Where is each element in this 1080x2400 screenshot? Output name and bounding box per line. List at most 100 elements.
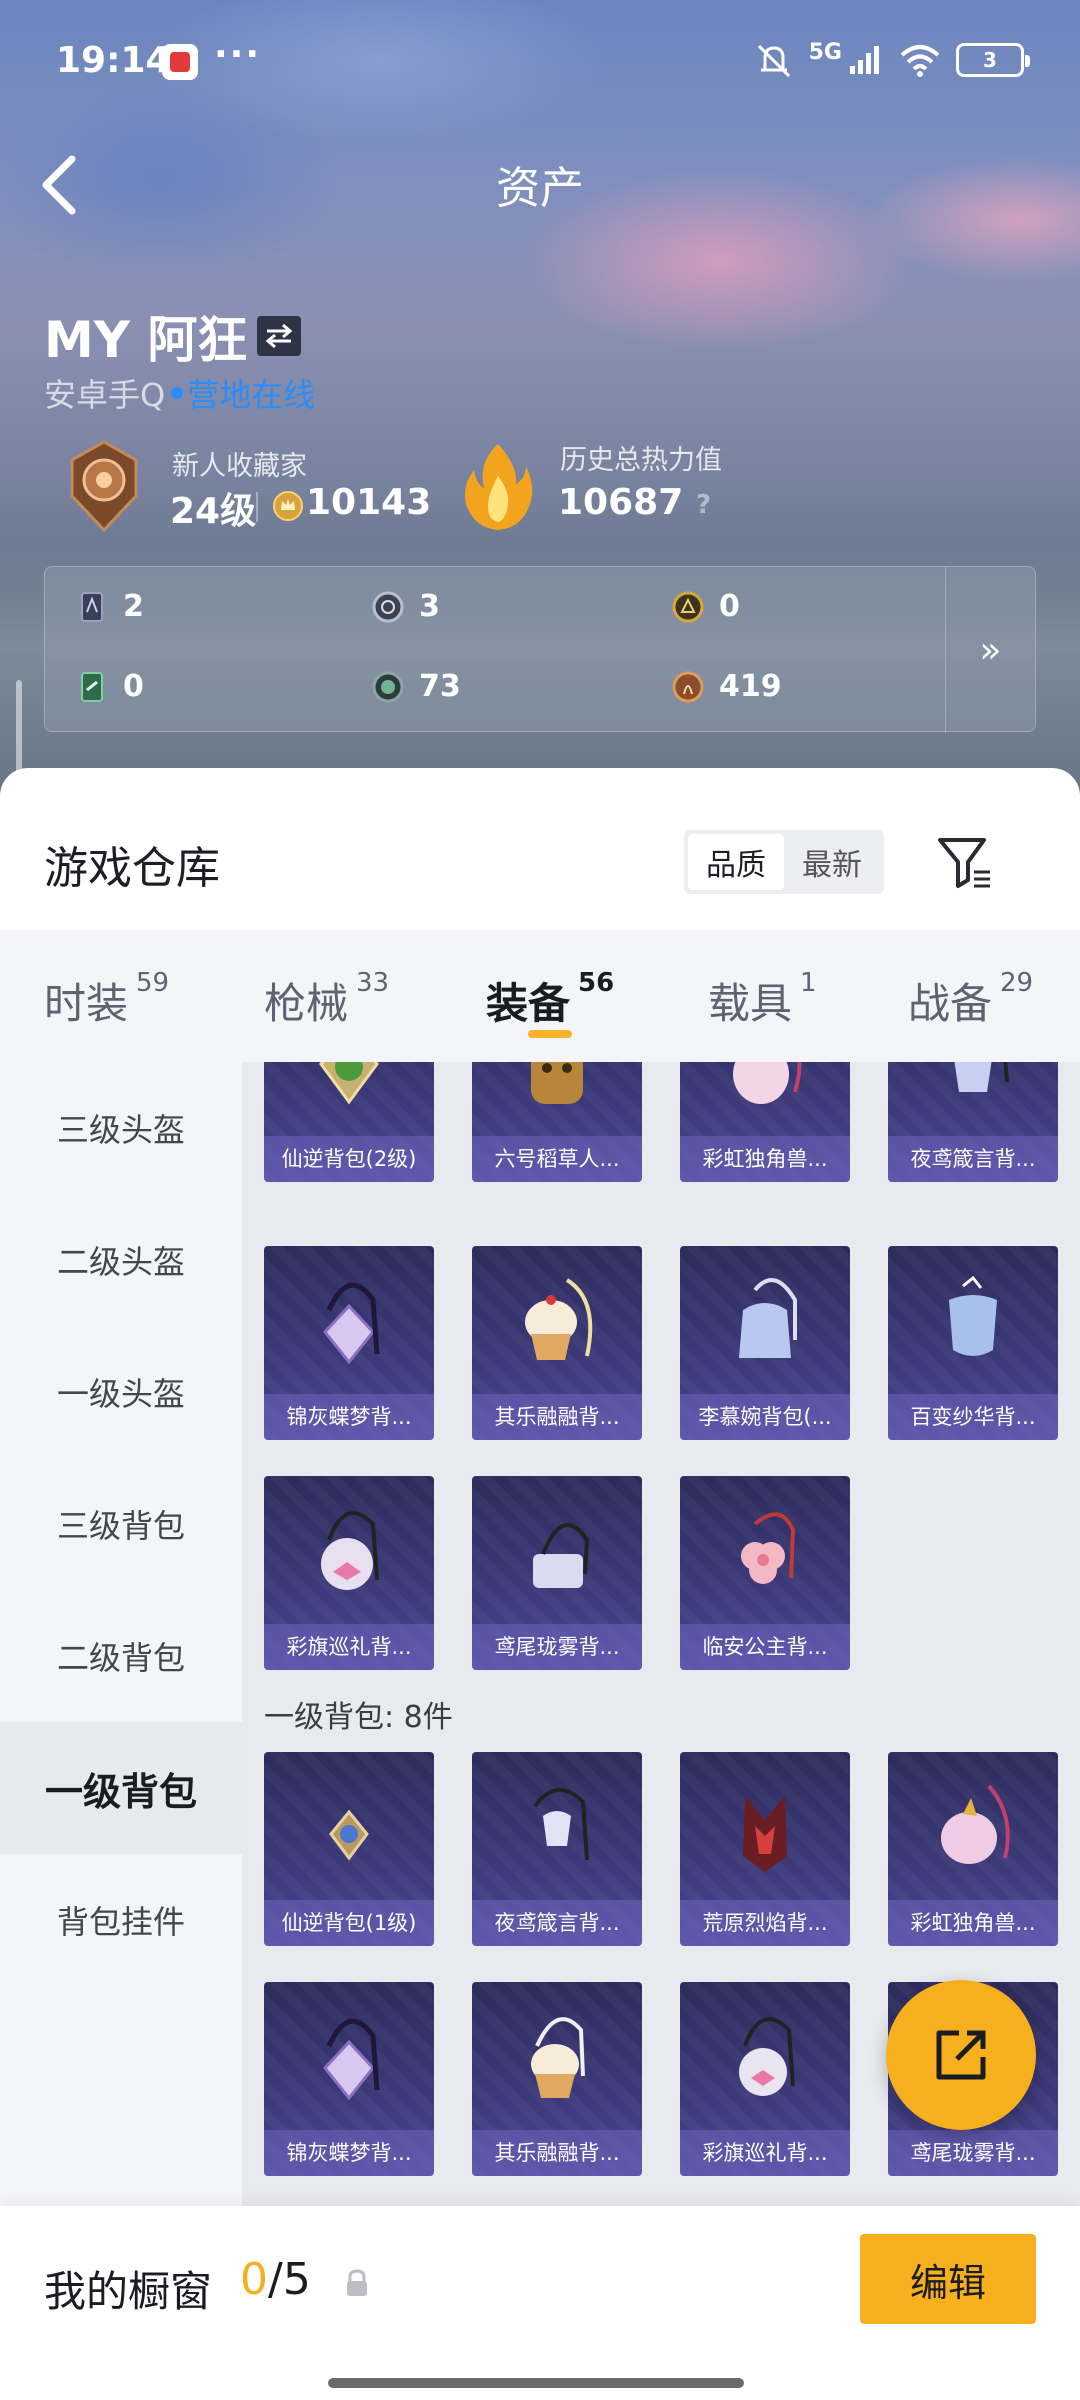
status-bar: 19:14 ··· 5G 3: [0, 0, 1080, 130]
backpack-image: [323, 1282, 380, 1365]
item-name: 其乐融融背...: [472, 2130, 642, 2176]
showcase-current: 0: [240, 2254, 268, 2305]
green-card-icon: [81, 671, 103, 702]
tab-vehicles[interactable]: 载具 1: [708, 968, 817, 1031]
currency-value: 3: [419, 589, 440, 624]
item-name: 仙逆背包(2级): [264, 1136, 434, 1182]
share-button[interactable]: [886, 1980, 1036, 2130]
item-name: 彩虹独角兽...: [888, 1900, 1058, 1946]
divider: [256, 492, 258, 522]
showcase-label: 我的橱窗: [44, 2267, 213, 2316]
currency-more-button[interactable]: »: [945, 567, 1035, 733]
item-card[interactable]: 荒原烈焰背...: [680, 1752, 850, 1946]
item-card[interactable]: 锦灰蝶梦背...: [264, 1982, 434, 2176]
home-indicator[interactable]: [328, 2378, 744, 2388]
currency-item: 73: [371, 669, 461, 704]
subcategory-item[interactable]: 一级头盔: [0, 1326, 242, 1458]
subcategory-item[interactable]: 二级背包: [0, 1590, 242, 1722]
notification-app-icon: [162, 44, 198, 80]
backpack-image: [323, 2018, 380, 2101]
showcase-max: 5: [282, 2254, 311, 2305]
tab-count: 56: [578, 968, 615, 998]
subcategory-item[interactable]: 背包挂件: [0, 1854, 242, 1986]
signal-icon: [850, 46, 879, 74]
active-tab-indicator: [528, 1030, 572, 1038]
item-card[interactable]: 百变纱华背...: [888, 1246, 1058, 1440]
online-dot-icon: [171, 387, 184, 399]
tab-count: 33: [356, 968, 390, 998]
section-heading: 一级背包: 8件: [264, 1700, 453, 1735]
currency-value: 419: [719, 669, 782, 704]
item-card[interactable]: 夜鸢箴言背...: [472, 1752, 642, 1946]
switch-account-icon[interactable]: [257, 316, 302, 356]
currency-value: 2: [123, 589, 144, 624]
subcategory-item[interactable]: 二级头盔: [0, 1194, 242, 1326]
tab-label: 装备: [486, 979, 571, 1028]
subcategory-item-active[interactable]: 一级背包: [0, 1722, 242, 1854]
backpack-image: [954, 1062, 1009, 1092]
currency-panel[interactable]: 2 3 0 0 73 419 »: [44, 566, 1036, 733]
item-card[interactable]: 夜鸢箴言背...: [888, 1062, 1058, 1182]
item-name: 锦灰蝶梦背...: [264, 2130, 434, 2176]
subcategory-list: 三级头盔 二级头盔 一级头盔 三级背包 二级背包 一级背包 背包挂件: [0, 1062, 242, 2400]
coin-value: 10143: [306, 482, 432, 523]
item-card[interactable]: 彩虹独角兽...: [680, 1062, 850, 1182]
page-title: 资产: [496, 163, 584, 214]
item-name: 李慕婉背包(...: [680, 1394, 850, 1440]
wifi-icon: [900, 45, 940, 77]
backpack-image: [319, 1062, 379, 1105]
item-card[interactable]: 仙逆背包(2级): [264, 1062, 434, 1182]
edit-button[interactable]: 编辑: [860, 2234, 1036, 2324]
item-card[interactable]: 锦灰蝶梦背...: [264, 1246, 434, 1440]
backpack-image: [739, 1278, 797, 1358]
item-card[interactable]: 六号稻草人...: [472, 1062, 642, 1182]
item-card[interactable]: 李慕婉背包(...: [680, 1246, 850, 1440]
heat-value: 10687: [558, 482, 684, 523]
currency-item: 0: [671, 589, 740, 624]
backpack-image: [743, 1796, 787, 1872]
dark-card-icon: [81, 591, 103, 622]
item-card[interactable]: 鸢尾珑雾背...: [472, 1476, 642, 1670]
category-tabs: 时装 59 枪械 33 装备 56 载具 1 战备 29: [0, 930, 1080, 1062]
subcategory-item[interactable]: 三级背包: [0, 1458, 242, 1590]
swap-arrows-icon: [266, 323, 293, 349]
filter-icon[interactable]: [934, 832, 994, 892]
item-grid: 仙逆背包(2级) 六号稻草人... 彩虹独角兽... 夜鸢箴言背... 锦灰蝶梦…: [242, 1062, 1080, 2400]
item-card[interactable]: 仙逆背包(1级): [264, 1752, 434, 1946]
item-card[interactable]: 临安公主背...: [680, 1476, 850, 1670]
tab-supplies[interactable]: 战备 29: [908, 968, 1033, 1031]
status-time: 19:14: [56, 40, 171, 81]
subcategory-item[interactable]: 三级头盔: [0, 1062, 242, 1194]
sort-quality-button[interactable]: 品质: [688, 834, 784, 890]
item-name: 鸢尾珑雾背...: [888, 2130, 1058, 2176]
crown-coin-icon: [273, 491, 303, 521]
help-icon[interactable]: ?: [696, 490, 711, 520]
tab-guns[interactable]: 枪械 33: [264, 968, 390, 1031]
tab-label: 时装: [44, 979, 129, 1028]
item-name: 荒原烈焰背...: [680, 1900, 850, 1946]
showcase-separator: /: [268, 2254, 283, 2305]
tab-fashion[interactable]: 时装 59: [44, 968, 169, 1031]
backpack-image: [329, 1809, 369, 1861]
platform-row: 安卓手Q 营地在线: [44, 370, 315, 416]
gold-token-icon: [672, 591, 704, 622]
currency-item: 3: [371, 589, 440, 624]
tab-equipment[interactable]: 装备 56: [486, 968, 615, 1031]
showcase-count: 0/5: [240, 2254, 311, 2305]
item-card[interactable]: 彩旗巡礼背...: [264, 1476, 434, 1670]
currency-value: 0: [719, 589, 740, 624]
sort-newest-button[interactable]: 最新: [784, 834, 880, 890]
tab-count: 1: [800, 968, 817, 998]
flame-icon: [465, 444, 533, 530]
player-name: MY 阿狂: [44, 311, 248, 369]
item-card[interactable]: 其乐融融背...: [472, 1982, 642, 2176]
item-name: 其乐融融背...: [472, 1394, 642, 1440]
green-orb-icon: [372, 671, 404, 702]
item-card[interactable]: 彩虹独角兽...: [888, 1752, 1058, 1946]
item-card[interactable]: 其乐融融背...: [472, 1246, 642, 1440]
sort-toggle: 品质 最新: [684, 830, 884, 894]
item-name: 锦灰蝶梦背...: [264, 1394, 434, 1440]
currency-item: 0: [75, 669, 144, 704]
item-card[interactable]: 彩旗巡礼背...: [680, 1982, 850, 2176]
currency-value: 0: [123, 669, 144, 704]
